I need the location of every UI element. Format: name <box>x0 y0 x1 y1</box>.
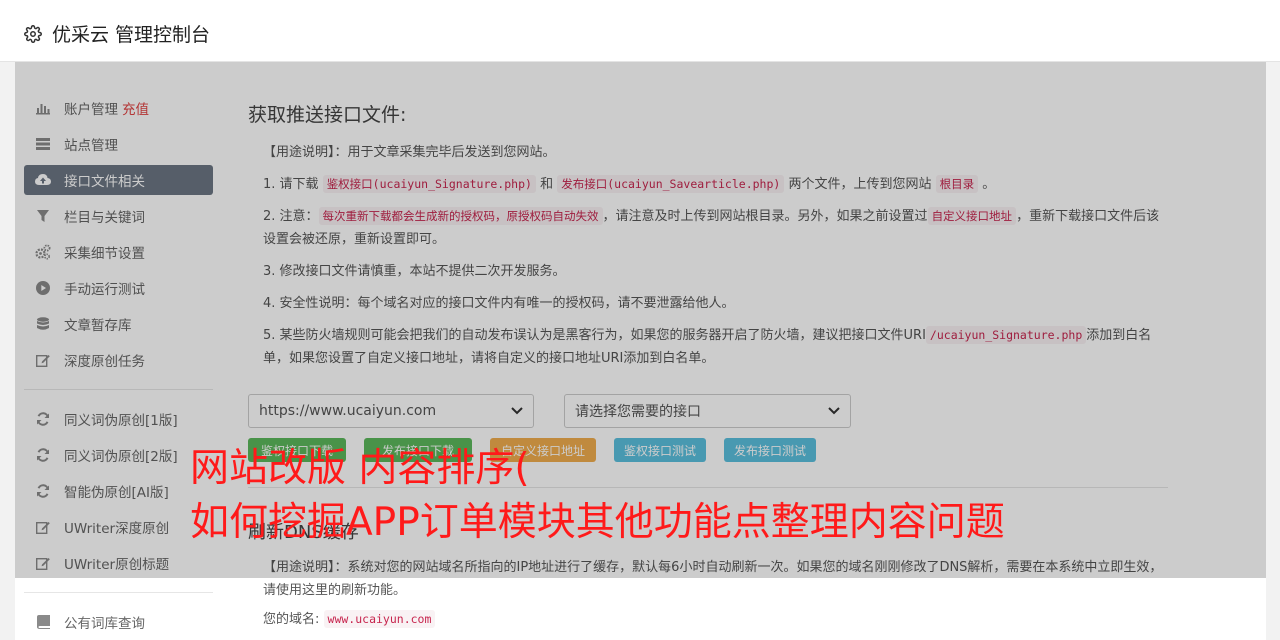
domain-label: 您的域名: <box>263 612 320 627</box>
watermark-line-2: 如何挖掘APP订单模块其他功能点整理内容问题 <box>190 500 1005 545</box>
book-icon <box>35 614 51 630</box>
brand[interactable]: 优采云 管理控制台 <box>24 20 210 47</box>
sidebar-item-label: 公有词库查询 <box>64 616 145 632</box>
gear-icon <box>24 24 42 43</box>
domain-line: 您的域名: www.ucaiyun.com <box>248 608 1168 631</box>
sidebar-divider <box>24 592 213 593</box>
app-title: 优采云 管理控制台 <box>52 24 211 46</box>
domain-value: www.ucaiyun.com <box>323 610 436 628</box>
sidebar-item-public-lexicon[interactable]: 公有词库查询 <box>24 607 213 637</box>
top-bar: 优采云 管理控制台 <box>0 0 1280 62</box>
watermark-line-1: 网站改版 内容排序( <box>190 446 530 491</box>
watermark-text: 网站改版 内容排序( 如何挖掘APP订单模块其他功能点整理内容问题 <box>190 442 1005 550</box>
